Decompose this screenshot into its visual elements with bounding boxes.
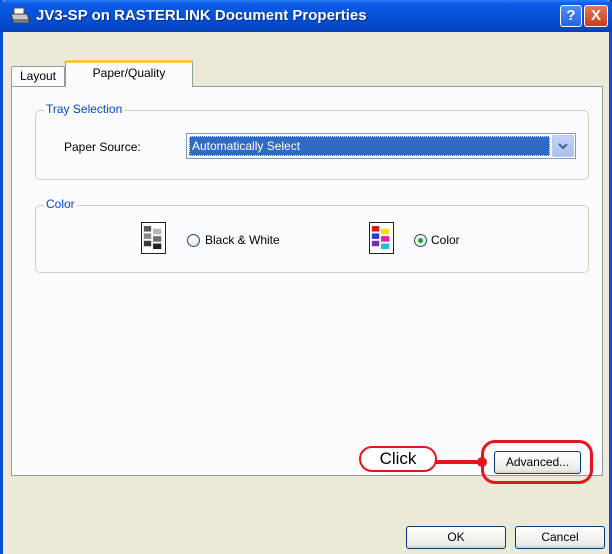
color-icon xyxy=(369,222,394,254)
paper-source-select[interactable]: Automatically Select xyxy=(186,133,576,159)
color-label[interactable]: Color xyxy=(431,233,460,247)
printer-icon xyxy=(10,7,30,24)
tab-paper-quality[interactable]: Paper/Quality xyxy=(65,60,193,87)
paper-source-value: Automatically Select xyxy=(189,136,550,156)
title-bar[interactable]: JV3-SP on RASTERLINK Document Properties… xyxy=(0,0,612,32)
document-properties-dialog: JV3-SP on RASTERLINK Document Properties… xyxy=(0,0,612,554)
tab-layout[interactable]: Layout xyxy=(11,66,65,86)
color-group-label: Color xyxy=(44,197,77,211)
dropdown-button[interactable] xyxy=(552,135,574,157)
paper-source-label: Paper Source: xyxy=(64,140,141,154)
ok-button[interactable]: OK xyxy=(406,526,506,549)
callout-line xyxy=(435,460,483,464)
chevron-down-icon xyxy=(558,143,568,150)
advanced-button[interactable]: Advanced... xyxy=(494,451,581,474)
black-white-label[interactable]: Black & White xyxy=(205,233,280,247)
black-white-radio[interactable] xyxy=(187,234,200,247)
help-button[interactable]: ? xyxy=(560,5,582,27)
window-title: JV3-SP on RASTERLINK Document Properties xyxy=(36,7,367,24)
black-white-icon xyxy=(141,222,166,254)
cancel-button[interactable]: Cancel xyxy=(515,526,605,549)
color-radio[interactable] xyxy=(414,234,427,247)
color-group: Color xyxy=(35,197,589,273)
tray-selection-label: Tray Selection xyxy=(44,102,125,116)
click-callout: Click xyxy=(359,446,437,472)
close-button[interactable]: X xyxy=(584,5,608,27)
